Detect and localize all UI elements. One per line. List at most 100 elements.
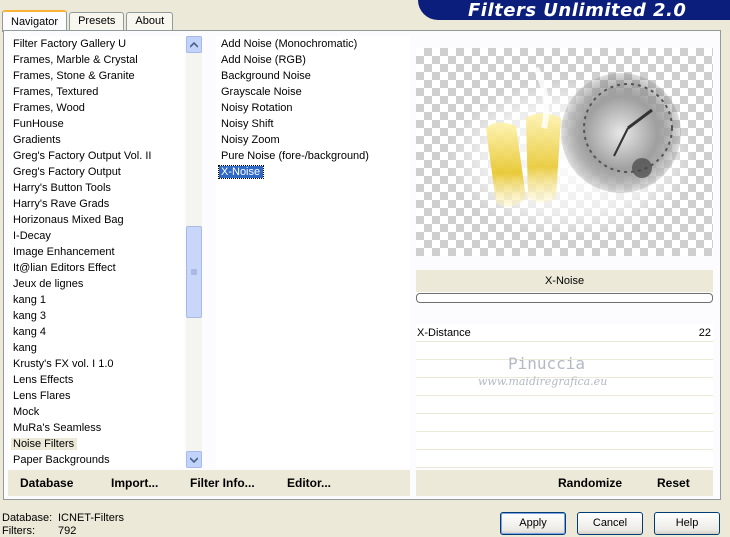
category-item[interactable]: Jeux de lignes <box>8 276 184 292</box>
tab-presets[interactable]: Presets <box>69 12 125 31</box>
category-label: Frames, Wood <box>13 102 85 114</box>
category-item[interactable]: FunHouse <box>8 116 184 132</box>
import-button[interactable]: Import... <box>111 476 158 490</box>
category-item[interactable]: kang <box>8 340 184 356</box>
category-label: Horizonaus Mixed Bag <box>13 214 124 226</box>
category-item[interactable]: Mock <box>8 404 184 420</box>
filter-item[interactable]: Add Noise (Monochromatic) <box>216 36 410 52</box>
randomize-button[interactable]: Randomize <box>558 476 622 490</box>
progress-bar <box>416 293 713 303</box>
category-item[interactable]: Filter Factory Gallery U <box>8 36 184 52</box>
category-label: Harry's Button Tools <box>13 182 111 194</box>
filter-item[interactable]: Noisy Zoom <box>216 132 410 148</box>
category-item[interactable]: Frames, Wood <box>8 100 184 116</box>
filter-item[interactable]: X-Noise <box>216 164 410 180</box>
category-item[interactable]: MuRa's Seamless <box>8 420 184 436</box>
category-item[interactable]: Frames, Stone & Granite <box>8 68 184 84</box>
category-label: FunHouse <box>13 118 64 130</box>
category-label: kang 4 <box>13 326 47 338</box>
status-filters: Filters: 792 <box>2 525 76 537</box>
category-item[interactable]: kang 3 <box>8 308 184 324</box>
category-item[interactable]: Greg's Factory Output Vol. II <box>8 148 184 164</box>
category-label: Filter Factory Gallery U <box>13 38 127 50</box>
category-label: kang 1 <box>13 294 47 306</box>
category-item[interactable]: Gradients <box>8 132 184 148</box>
category-label: I-Decay <box>13 230 51 242</box>
category-item[interactable]: Harry's Button Tools <box>8 180 184 196</box>
category-label: Noise Filters <box>11 438 78 450</box>
filter-label: Background Noise <box>221 70 311 82</box>
category-item[interactable]: Horizonaus Mixed Bag <box>8 212 184 228</box>
scroll-up-button[interactable] <box>186 36 202 53</box>
category-item[interactable]: Frames, Textured <box>8 84 184 100</box>
help-button[interactable]: Help <box>654 512 720 535</box>
filter-item[interactable]: Noisy Shift <box>216 116 410 132</box>
category-item[interactable]: kang 4 <box>8 324 184 340</box>
category-label: kang 3 <box>13 310 47 322</box>
tab-navigator[interactable]: Navigator <box>2 10 68 32</box>
tab-strip: Navigator Presets About <box>2 8 175 32</box>
filter-item[interactable]: Background Noise <box>216 68 410 84</box>
category-item[interactable]: Lens Effects <box>8 372 184 388</box>
param-x-distance[interactable]: X-Distance 22 <box>416 324 713 342</box>
category-item[interactable]: Noise Filters <box>8 436 184 452</box>
apply-button[interactable]: Apply <box>500 512 566 535</box>
category-label: Frames, Textured <box>13 86 99 98</box>
param-row-empty <box>416 414 713 432</box>
category-scrollbar[interactable] <box>186 36 202 468</box>
category-label: Jeux de lignes <box>13 278 84 290</box>
tab-about[interactable]: About <box>126 12 174 31</box>
category-label: Image Enhancement <box>13 246 115 258</box>
category-item[interactable]: Lens Flares <box>8 388 184 404</box>
category-item[interactable]: Paper Backgrounds <box>8 452 184 468</box>
scroll-down-button[interactable] <box>186 451 202 468</box>
param-row-empty <box>416 450 713 468</box>
database-button[interactable]: Database <box>20 476 73 490</box>
filter-info-button[interactable]: Filter Info... <box>190 476 255 490</box>
status-database-label: Database: <box>2 512 53 524</box>
cancel-button[interactable]: Cancel <box>577 512 643 535</box>
toolbar-right: Randomize Reset <box>416 470 713 496</box>
category-label: Greg's Factory Output <box>13 166 121 178</box>
param-label: X-Distance <box>417 327 471 339</box>
preview-image <box>416 48 713 256</box>
category-item[interactable]: It@lian Editors Effect <box>8 260 184 276</box>
category-item[interactable]: Greg's Factory Output <box>8 164 184 180</box>
category-label: Mock <box>13 406 40 418</box>
filter-item[interactable]: Add Noise (RGB) <box>216 52 410 68</box>
category-label: Frames, Stone & Granite <box>13 70 135 82</box>
watermark-url: www.maidiregrafica.eu <box>478 375 608 388</box>
filter-list[interactable]: Add Noise (Monochromatic) Add Noise (RGB)… <box>216 36 410 468</box>
category-item[interactable]: kang 1 <box>8 292 184 308</box>
filter-item[interactable]: Noisy Rotation <box>216 100 410 116</box>
category-label: Greg's Factory Output Vol. II <box>13 150 152 162</box>
category-label: Lens Effects <box>13 374 74 386</box>
category-item[interactable]: Frames, Marble & Crystal <box>8 52 184 68</box>
filter-item[interactable]: Grayscale Noise <box>216 84 410 100</box>
category-label: MuRa's Seamless <box>13 422 102 434</box>
category-label: Frames, Marble & Crystal <box>13 54 138 66</box>
editor-button[interactable]: Editor... <box>287 476 331 490</box>
parameters-panel: X-Distance 22 <box>416 324 713 468</box>
category-list[interactable]: Filter Factory Gallery U Frames, Marble &… <box>8 36 184 468</box>
filter-label: X-Noise <box>217 165 265 179</box>
scroll-thumb[interactable] <box>186 226 202 318</box>
filter-label: Add Noise (RGB) <box>221 54 306 66</box>
param-row-empty <box>416 396 713 414</box>
category-item[interactable]: Image Enhancement <box>8 244 184 260</box>
category-label: kang <box>13 342 37 354</box>
category-item[interactable]: Harry's Rave Grads <box>8 196 184 212</box>
filter-item[interactable]: Pure Noise (fore-/background) <box>216 148 410 164</box>
filter-label: Pure Noise (fore-/background) <box>221 150 369 162</box>
category-item[interactable]: I-Decay <box>8 228 184 244</box>
category-label: Harry's Rave Grads <box>13 198 110 210</box>
status-filters-label: Filters: <box>2 525 35 537</box>
reset-button[interactable]: Reset <box>657 476 690 490</box>
filter-label: Noisy Shift <box>221 118 274 130</box>
status-filters-value: 792 <box>58 525 77 537</box>
category-label: Krusty's FX vol. I 1.0 <box>13 358 114 370</box>
filter-label: Grayscale Noise <box>221 86 302 98</box>
category-label: Gradients <box>13 134 61 146</box>
category-item[interactable]: Krusty's FX vol. I 1.0 <box>8 356 184 372</box>
status-database-value: ICNET-Filters <box>58 512 124 524</box>
